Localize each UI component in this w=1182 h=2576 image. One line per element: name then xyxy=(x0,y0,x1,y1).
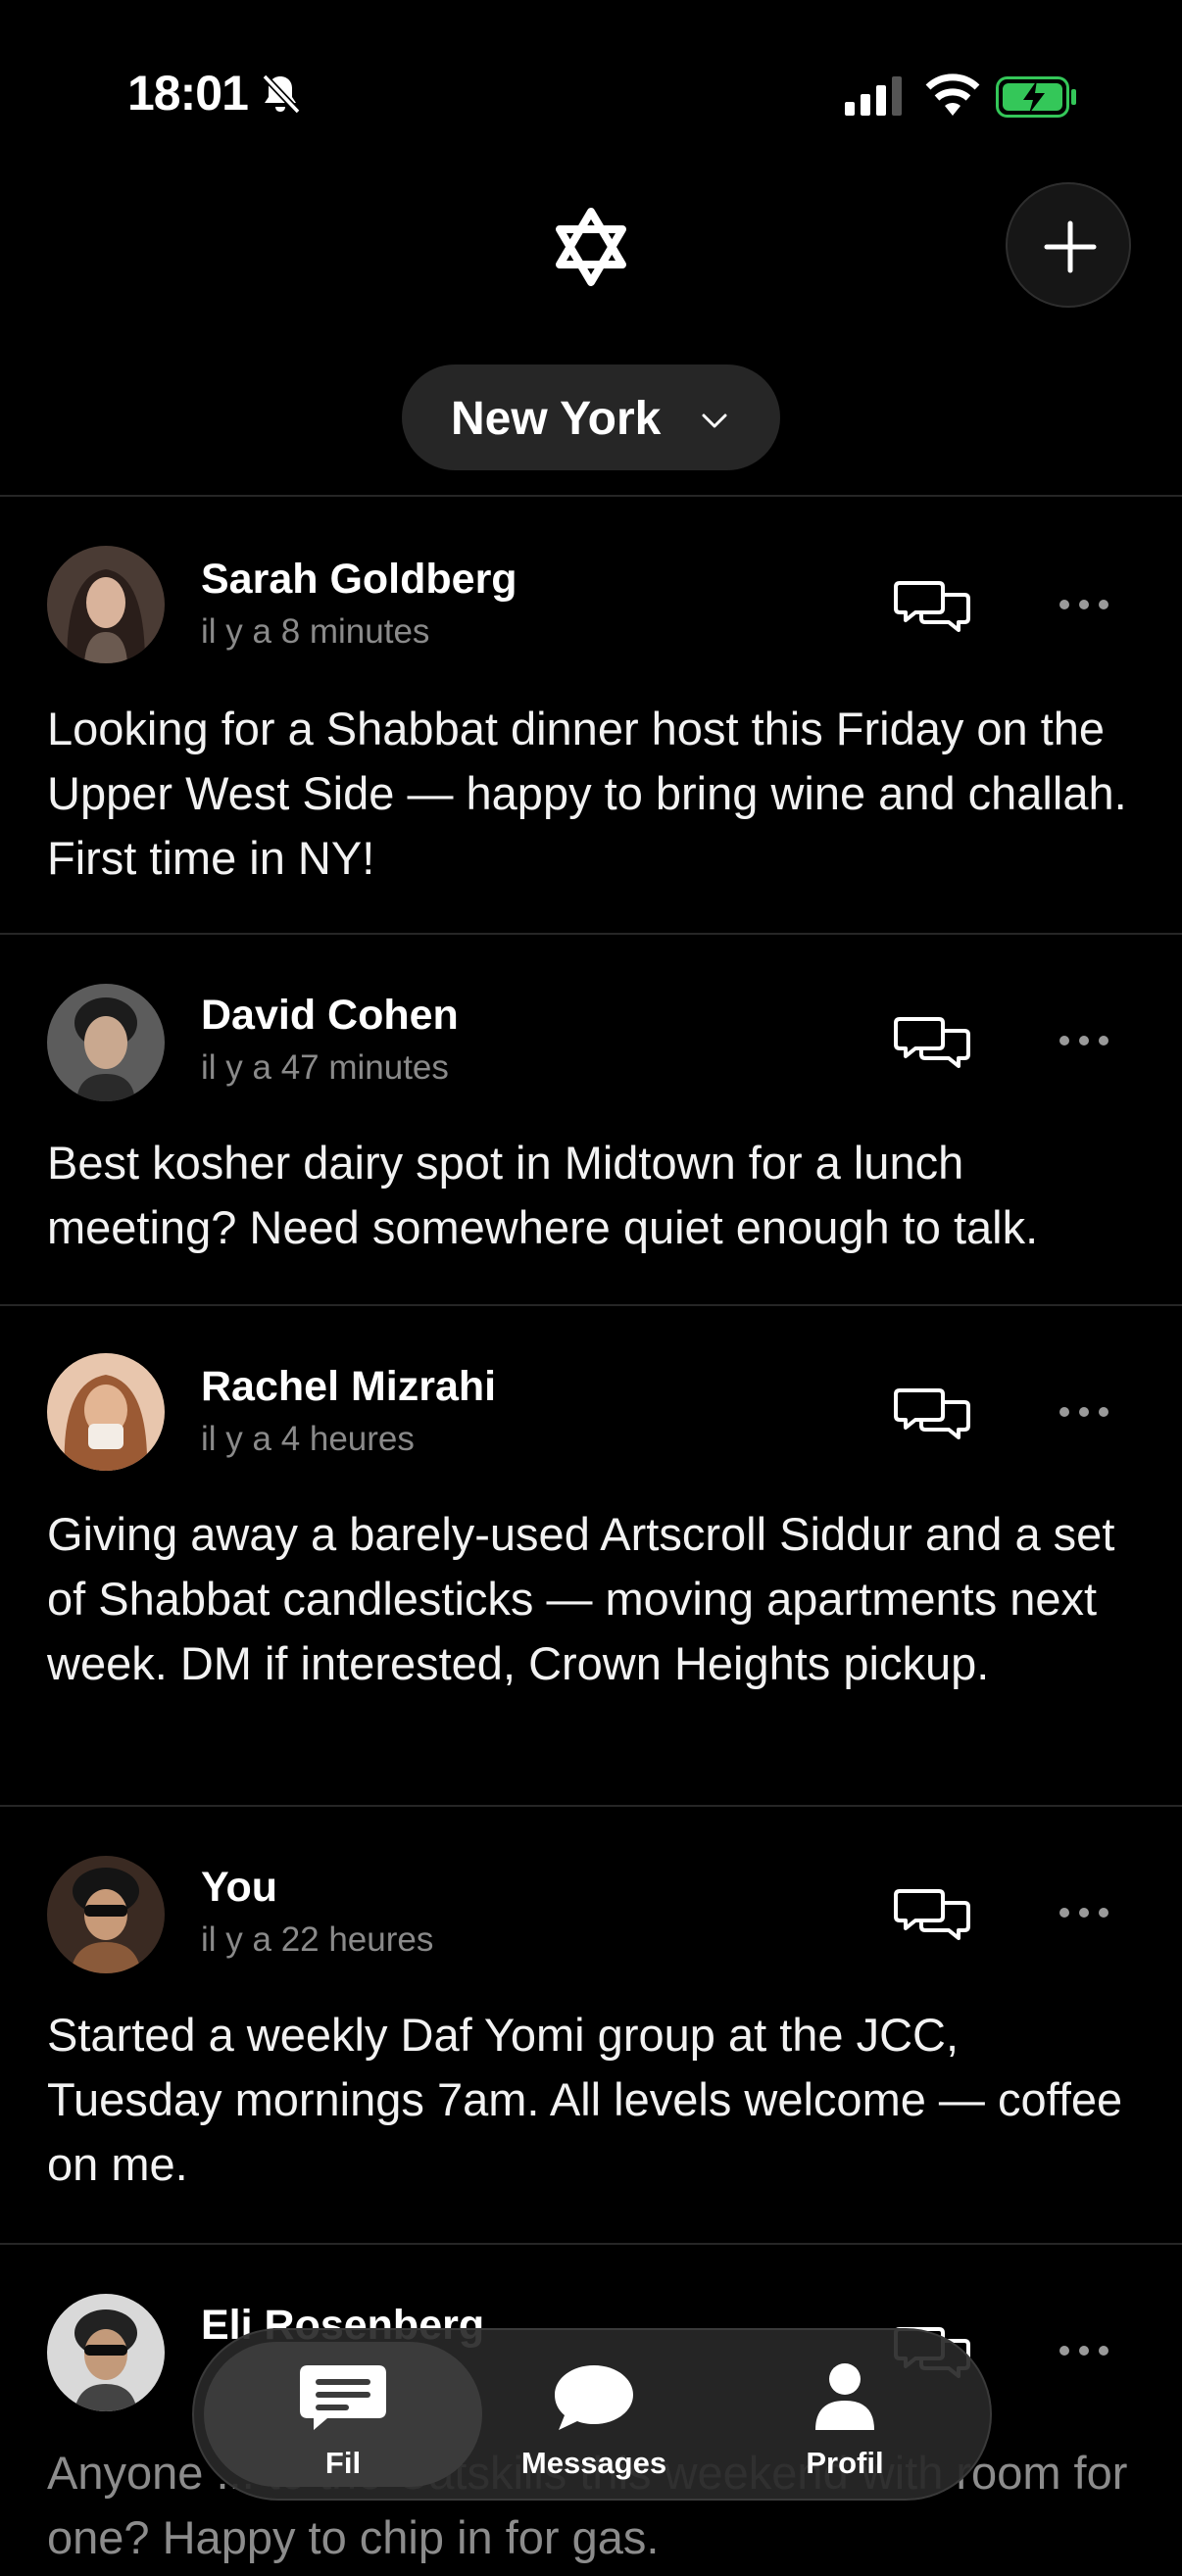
star-of-david-icon xyxy=(556,208,626,286)
reply-chat-icon[interactable] xyxy=(894,1383,970,1443)
post-time: il y a 47 minutes xyxy=(201,1048,449,1087)
author-name[interactable]: Rachel Mizrahi xyxy=(201,1363,496,1411)
avatar[interactable] xyxy=(47,2294,165,2411)
author-name[interactable]: You xyxy=(201,1864,277,1912)
tab-messages[interactable]: Messages xyxy=(455,2342,733,2487)
city-label: New York xyxy=(451,393,662,445)
tab-label: Profil xyxy=(806,2446,884,2480)
reply-chat-icon[interactable] xyxy=(894,1883,970,1944)
tab-fil[interactable]: Fil xyxy=(204,2342,482,2487)
tab-label: Fil xyxy=(324,2446,362,2480)
status-time: 18:01 xyxy=(127,66,249,121)
chat-bubble-icon xyxy=(555,2365,633,2430)
avatar[interactable] xyxy=(47,984,165,1101)
avatar[interactable] xyxy=(47,1856,165,1973)
post[interactable]: David Cohen il y a 47 minutes Best koshe… xyxy=(0,933,1182,1304)
post-time: il y a 8 minutes xyxy=(201,612,430,651)
post[interactable]: You il y a 22 heures Started a weekly Da… xyxy=(0,1805,1182,2243)
feed-icon xyxy=(300,2365,386,2430)
post-body: Looking for a Shabbat dinner host this F… xyxy=(47,703,1127,884)
post-time: il y a 22 heures xyxy=(201,1920,434,1959)
person-icon xyxy=(815,2363,874,2430)
post[interactable]: Sarah Goldberg il y a 8 minutes Looking … xyxy=(0,495,1182,933)
status-bar: 18:01 xyxy=(0,0,1182,186)
battery-charging-icon xyxy=(996,76,1076,118)
cellular-signal-icon xyxy=(845,76,902,116)
chevron-down-icon xyxy=(702,413,727,428)
more-options-icon[interactable] xyxy=(1057,1905,1111,1920)
more-options-icon[interactable] xyxy=(1057,597,1111,612)
bottom-tab-bar: Fil Messages Profil xyxy=(192,2328,992,2501)
post-time: il y a 4 heures xyxy=(201,1420,415,1458)
avatar[interactable] xyxy=(47,546,165,663)
city-selector[interactable]: New York xyxy=(402,365,780,470)
tab-profil[interactable]: Profil xyxy=(706,2342,984,2487)
post-body: Giving away a barely-used Artscroll Sidd… xyxy=(47,1508,1115,1689)
post[interactable]: Rachel Mizrahi il y a 4 heures Giving aw… xyxy=(0,1304,1182,1805)
reply-chat-icon[interactable] xyxy=(894,575,970,636)
author-name[interactable]: David Cohen xyxy=(201,992,459,1040)
tab-label: Messages xyxy=(520,2446,667,2480)
add-post-button[interactable] xyxy=(1006,182,1131,308)
avatar[interactable] xyxy=(47,1353,165,1471)
post-body: Best kosher dairy spot in Midtown for a … xyxy=(47,1137,1039,1253)
author-name[interactable]: Sarah Goldberg xyxy=(201,556,517,604)
plus-icon xyxy=(1044,220,1097,273)
more-options-icon[interactable] xyxy=(1057,1404,1111,1420)
more-options-icon[interactable] xyxy=(1057,1033,1111,1048)
wifi-icon xyxy=(925,73,980,116)
silent-bell-icon xyxy=(262,73,301,115)
post-body: Started a weekly Daf Yomi group at the J… xyxy=(47,2009,1123,2190)
more-options-icon[interactable] xyxy=(1057,2343,1111,2358)
reply-chat-icon[interactable] xyxy=(894,1011,970,1072)
